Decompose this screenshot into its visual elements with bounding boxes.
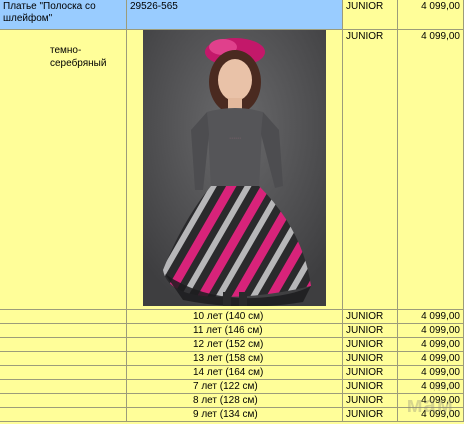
price-cell[interactable]: 4 099,00 [398,30,464,310]
svg-text:⋯⋯: ⋯⋯ [229,135,241,142]
size-row-blank-cell[interactable] [0,408,127,422]
size-category-cell[interactable]: JUNIOR [343,324,398,338]
size-label-cell[interactable]: 10 лет (140 см) [127,310,343,324]
article-cell[interactable]: 29526-565 [127,0,343,30]
size-category-cell[interactable]: JUNIOR [343,352,398,366]
size-label-cell[interactable]: 11 лет (146 см) [127,324,343,338]
size-price-cell[interactable]: 4 099,00 [398,310,464,324]
color-cell[interactable]: темно- серебряный [0,30,127,310]
size-price-cell[interactable]: 4 099,00 [398,352,464,366]
size-row-blank-cell[interactable] [0,366,127,380]
size-label-cell[interactable]: 7 лет (122 см) [127,380,343,394]
size-category-cell[interactable]: JUNIOR [343,380,398,394]
watermark: для мам [406,381,454,417]
article-number: 29526-565 [130,1,178,12]
size-row-blank-cell[interactable] [0,324,127,338]
product-name: Платье "Полоска со шлейфом" [3,1,96,24]
size-label-cell[interactable]: 14 лет (164 см) [127,366,343,380]
size-row-blank-cell[interactable] [0,338,127,352]
size-label-cell[interactable]: 9 лет (134 см) [127,408,343,422]
size-row-blank-cell[interactable] [0,380,127,394]
price-cell[interactable]: 4 099,00 [398,0,464,30]
size-price-cell[interactable]: 4 099,00 [398,366,464,380]
size-category-cell[interactable]: JUNIOR [343,408,398,422]
category-cell[interactable]: JUNIOR [343,30,398,310]
size-label-cell[interactable]: 12 лет (152 см) [127,338,343,352]
size-category-cell[interactable]: JUNIOR [343,394,398,408]
size-label-cell[interactable]: 13 лет (158 см) [127,352,343,366]
size-category-cell[interactable]: JUNIOR [343,338,398,352]
color-name: темно- серебряный [50,45,107,69]
product-name-cell[interactable]: Платье "Полоска со шлейфом" [0,0,127,30]
size-row-blank-cell[interactable] [0,352,127,366]
size-price-cell[interactable]: 4 099,00 [398,338,464,352]
category-cell[interactable]: JUNIOR [343,0,398,30]
spreadsheet: Платье "Полоска со шлейфом" 29526-565 JU… [0,0,464,424]
size-price-cell[interactable]: 4 099,00 [398,324,464,338]
size-row-blank-cell[interactable] [0,394,127,408]
size-label-cell[interactable]: 8 лет (128 см) [127,394,343,408]
size-category-cell[interactable]: JUNIOR [343,310,398,324]
product-photo: ⋯⋯ [143,30,326,306]
size-category-cell[interactable]: JUNIOR [343,366,398,380]
dress-illustration: ⋯⋯ [143,30,326,306]
size-row-blank-cell[interactable] [0,310,127,324]
